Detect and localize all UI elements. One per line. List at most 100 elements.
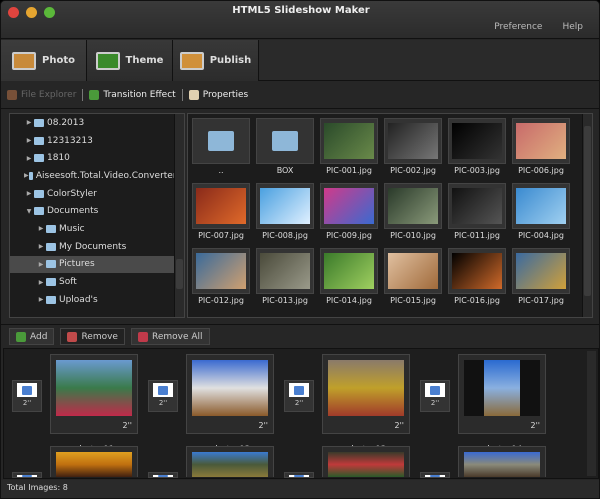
remove-button[interactable]: Remove <box>60 328 125 345</box>
file-thumbnail[interactable] <box>512 183 570 229</box>
strip-scrollbar[interactable] <box>587 351 596 476</box>
transition-tile[interactable] <box>420 472 450 478</box>
caret-right-icon[interactable]: ▶ <box>36 279 46 286</box>
tree-item[interactable]: ▶ 08.2013 <box>10 114 184 132</box>
file-thumbnail[interactable] <box>384 118 442 164</box>
file-thumbnail[interactable] <box>256 118 314 164</box>
file-item[interactable]: PIC-003.jpg <box>447 118 507 177</box>
tab-photo[interactable]: Photo <box>1 40 87 81</box>
caret-down-icon[interactable]: ▼ <box>24 208 34 215</box>
tree-item[interactable]: ▼ Documents <box>10 202 184 220</box>
file-item[interactable]: PIC-010.jpg <box>383 183 443 242</box>
tree-scrollbar[interactable] <box>174 114 184 317</box>
slide-tile[interactable]: 2'' <box>186 354 274 434</box>
subtab-transition-effect[interactable]: Transition Effect <box>89 90 176 100</box>
tab-theme[interactable]: Theme <box>87 40 173 81</box>
add-button[interactable]: Add <box>9 328 55 345</box>
file-item[interactable]: .. <box>191 118 251 177</box>
file-item[interactable]: BOX <box>255 118 315 177</box>
file-item[interactable]: PIC-004.jpg <box>511 183 571 242</box>
caret-right-icon[interactable]: ▶ <box>24 155 34 162</box>
menu-help[interactable]: Help <box>562 22 583 32</box>
caret-right-icon[interactable]: ▶ <box>36 243 46 250</box>
separator <box>82 89 84 101</box>
slide-image <box>328 452 404 477</box>
tree-item[interactable]: ▶ 1810 <box>10 149 184 167</box>
transition-tile[interactable] <box>284 472 314 478</box>
transition-tile[interactable] <box>12 472 42 478</box>
slide-tile[interactable] <box>322 446 410 477</box>
tree-item[interactable]: ▶ Music <box>10 220 184 238</box>
caret-right-icon[interactable]: ▶ <box>36 296 46 303</box>
slide-toolbar: Add Remove Remove All <box>1 324 599 348</box>
file-thumbnail[interactable] <box>192 248 250 294</box>
file-item[interactable]: PIC-001.jpg <box>319 118 379 177</box>
subtab-properties[interactable]: Properties <box>188 90 248 100</box>
slide-tile[interactable] <box>458 446 546 477</box>
file-thumbnail[interactable] <box>448 183 506 229</box>
file-item[interactable]: PIC-002.jpg <box>383 118 443 177</box>
file-item[interactable]: PIC-017.jpg <box>511 248 571 307</box>
file-thumbnail[interactable] <box>256 183 314 229</box>
image-thumbnail <box>196 188 246 224</box>
caret-right-icon[interactable]: ▶ <box>36 261 46 268</box>
transition-tile[interactable]: 2'' <box>12 380 42 412</box>
transition-tile[interactable] <box>148 472 178 478</box>
caret-right-icon[interactable]: ▶ <box>24 137 34 144</box>
tree-item[interactable]: ▶ Pictures <box>10 255 174 274</box>
image-thumbnail <box>516 188 566 224</box>
remove-all-button[interactable]: Remove All <box>130 328 210 345</box>
file-item[interactable]: PIC-015.jpg <box>383 248 443 307</box>
transition-duration: 2'' <box>158 399 168 407</box>
file-scrollbar[interactable] <box>582 114 592 317</box>
file-thumbnail[interactable] <box>320 248 378 294</box>
file-item[interactable]: PIC-014.jpg <box>319 248 379 307</box>
slide-tile[interactable]: 2'' <box>322 354 410 434</box>
tree-item[interactable]: ▶ ColorStyler <box>10 185 184 203</box>
file-thumbnail[interactable] <box>512 118 570 164</box>
transition-tile[interactable]: 2'' <box>284 380 314 412</box>
file-item[interactable]: PIC-008.jpg <box>255 183 315 242</box>
transition-cube-icon <box>425 475 445 477</box>
file-item[interactable]: PIC-007.jpg <box>191 183 251 242</box>
file-thumbnail[interactable] <box>384 183 442 229</box>
slide-tile[interactable] <box>50 446 138 477</box>
transition-tile[interactable]: 2'' <box>148 380 178 412</box>
subtab-file-explorer[interactable]: File Explorer <box>7 90 76 100</box>
file-name: PIC-003.jpg <box>454 166 500 175</box>
file-item[interactable]: PIC-006.jpg <box>511 118 571 177</box>
folder-icon <box>46 224 56 233</box>
file-thumbnail[interactable] <box>192 183 250 229</box>
tab-publish[interactable]: Publish <box>173 40 259 81</box>
tree-item[interactable]: ▶ Aiseesoft.Total.Video.Converter.P <box>10 167 184 185</box>
caret-right-icon[interactable]: ▶ <box>24 172 29 179</box>
menu-preference[interactable]: Preference <box>494 22 542 32</box>
file-thumbnail[interactable] <box>320 118 378 164</box>
caret-right-icon[interactable]: ▶ <box>24 190 34 197</box>
file-name: PIC-007.jpg <box>198 231 244 240</box>
file-item[interactable]: PIC-009.jpg <box>319 183 379 242</box>
file-thumbnail[interactable] <box>320 183 378 229</box>
file-thumbnail[interactable] <box>448 248 506 294</box>
file-item[interactable]: PIC-011.jpg <box>447 183 507 242</box>
file-thumbnail[interactable] <box>448 118 506 164</box>
caret-right-icon[interactable]: ▶ <box>36 225 46 232</box>
file-thumbnail[interactable] <box>192 118 250 164</box>
app-window: HTML5 Slideshow Maker Preference Help Ph… <box>0 0 600 499</box>
slide-tile[interactable] <box>186 446 274 477</box>
file-thumbnail[interactable] <box>256 248 314 294</box>
tree-item[interactable]: ▶ Soft <box>10 273 184 291</box>
file-item[interactable]: PIC-013.jpg <box>255 248 315 307</box>
caret-right-icon[interactable]: ▶ <box>24 119 34 126</box>
file-item[interactable]: PIC-012.jpg <box>191 248 251 307</box>
file-name: PIC-015.jpg <box>390 296 436 305</box>
transition-tile[interactable]: 2'' <box>420 380 450 412</box>
slide-tile[interactable]: 2'' <box>50 354 138 434</box>
file-item[interactable]: PIC-016.jpg <box>447 248 507 307</box>
file-thumbnail[interactable] <box>384 248 442 294</box>
slide-tile[interactable]: 2'' <box>458 354 546 434</box>
tree-item[interactable]: ▶ Upload's <box>10 291 184 309</box>
tree-item[interactable]: ▶ My Documents <box>10 238 184 256</box>
tree-item[interactable]: ▶ 12313213 <box>10 132 184 150</box>
file-thumbnail[interactable] <box>512 248 570 294</box>
